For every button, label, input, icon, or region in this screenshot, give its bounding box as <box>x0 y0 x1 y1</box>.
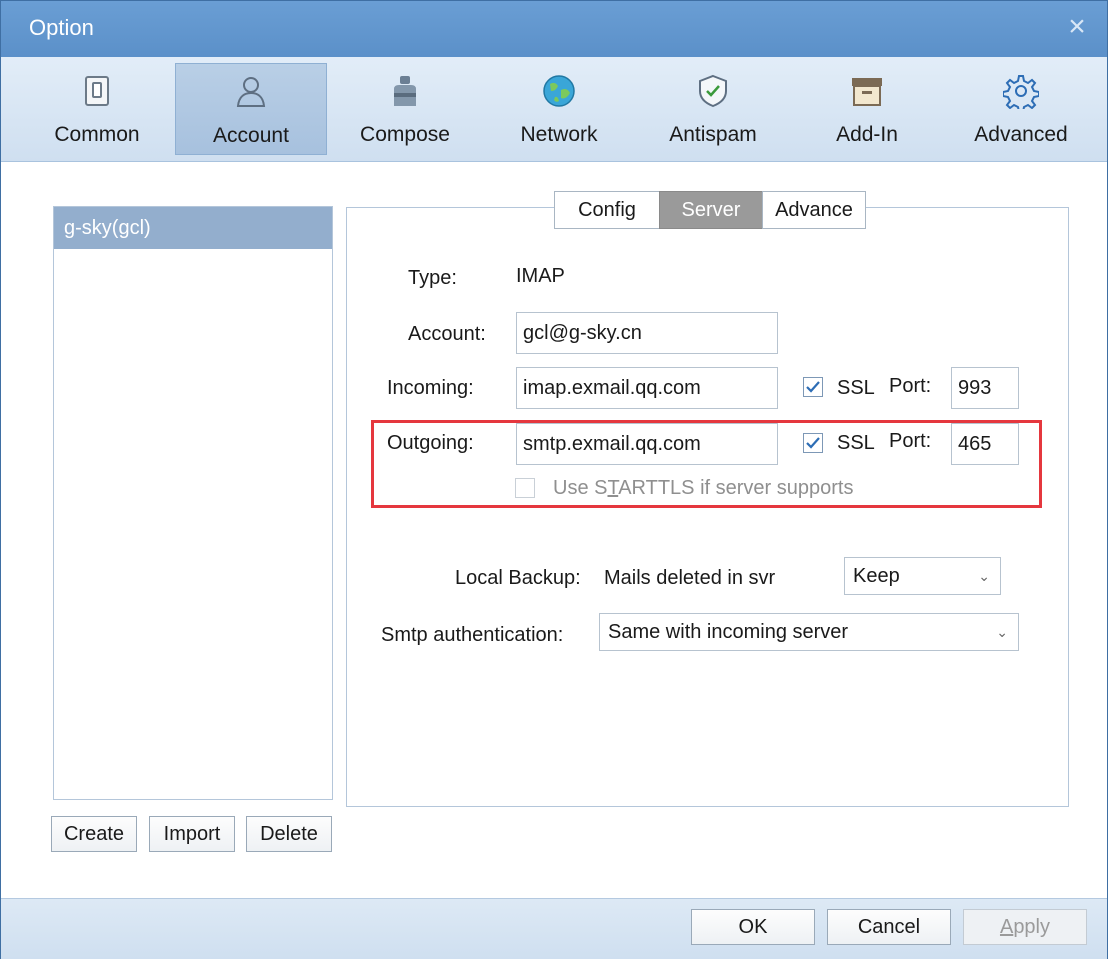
cancel-button[interactable]: Cancel <box>827 909 951 945</box>
smtp-auth-label: Smtp authentication: <box>381 624 564 646</box>
incoming-port-field[interactable]: 993 <box>951 367 1019 409</box>
local-backup-select[interactable]: Keep ⌄ <box>844 557 1001 595</box>
incoming-label: Incoming: <box>387 377 474 399</box>
tool-add-in[interactable]: Add-In <box>791 63 943 155</box>
tool-label: Add-In <box>836 123 898 146</box>
account-field[interactable]: gcl@g-sky.cn <box>516 312 778 354</box>
archive-box-icon <box>852 78 882 106</box>
tool-network[interactable]: Network <box>483 63 635 155</box>
option-window: Option × Common Account Compose Network … <box>0 0 1108 959</box>
tool-antispam[interactable]: Antispam <box>637 63 789 155</box>
chevron-down-icon: ⌄ <box>996 624 1008 640</box>
ink-bottle-icon <box>394 76 416 106</box>
cancel-label: Cancel <box>857 916 921 938</box>
account-list[interactable]: g-sky(gcl) <box>53 206 333 800</box>
incoming-ssl-label: SSL <box>837 377 875 399</box>
smtp-auth-select[interactable]: Same with incoming server ⌄ <box>599 613 1019 651</box>
person-icon <box>236 77 266 107</box>
incoming-ssl-checkbox[interactable] <box>803 377 823 397</box>
tool-advanced[interactable]: Advanced <box>945 63 1097 155</box>
delete-button[interactable]: Delete <box>246 816 332 852</box>
create-button[interactable]: Create <box>51 816 137 852</box>
tool-account[interactable]: Account <box>175 63 327 155</box>
local-backup-label: Local Backup: <box>455 567 581 589</box>
tab-server[interactable]: Server <box>659 191 763 229</box>
globe-icon <box>543 75 575 107</box>
category-toolbar: Common Account Compose Network Antispam … <box>1 57 1107 162</box>
mails-deleted-label: Mails deleted in svr <box>604 567 776 589</box>
ok-button[interactable]: OK <box>691 909 815 945</box>
local-backup-value: Keep <box>853 565 900 587</box>
tab-advance[interactable]: Advance <box>762 191 866 229</box>
chevron-down-icon: ⌄ <box>978 568 990 584</box>
type-value: IMAP <box>516 265 565 287</box>
tool-label: Account <box>213 124 289 147</box>
outgoing-highlight-box <box>371 420 1042 508</box>
import-button[interactable]: Import <box>149 816 235 852</box>
tool-label: Advanced <box>974 123 1068 146</box>
type-label: Type: <box>408 267 457 289</box>
tool-label: Network <box>520 123 598 146</box>
account-label: Account: <box>408 323 486 345</box>
checkmark-icon <box>806 381 820 393</box>
tool-label: Common <box>54 123 140 146</box>
tool-label: Antispam <box>669 123 757 146</box>
account-item[interactable]: g-sky(gcl) <box>54 207 332 249</box>
dialog-footer: OK Cancel Apply <box>1 898 1107 959</box>
tab-config[interactable]: Config <box>554 191 660 229</box>
shield-check-icon <box>699 74 727 108</box>
gear-icon <box>1003 75 1039 109</box>
window-title: Option <box>29 15 94 40</box>
apply-button[interactable]: Apply <box>963 909 1087 945</box>
smtp-auth-value: Same with incoming server <box>608 621 849 643</box>
title-bar[interactable]: Option × <box>1 1 1107 57</box>
tool-compose[interactable]: Compose <box>329 63 481 155</box>
close-icon[interactable]: × <box>1061 11 1093 43</box>
tool-label: Compose <box>360 123 450 146</box>
incoming-port-label: Port: <box>889 375 932 397</box>
incoming-server-field[interactable]: imap.exmail.qq.com <box>516 367 778 409</box>
toggle-switch-icon <box>85 76 109 106</box>
tool-common[interactable]: Common <box>21 63 173 155</box>
